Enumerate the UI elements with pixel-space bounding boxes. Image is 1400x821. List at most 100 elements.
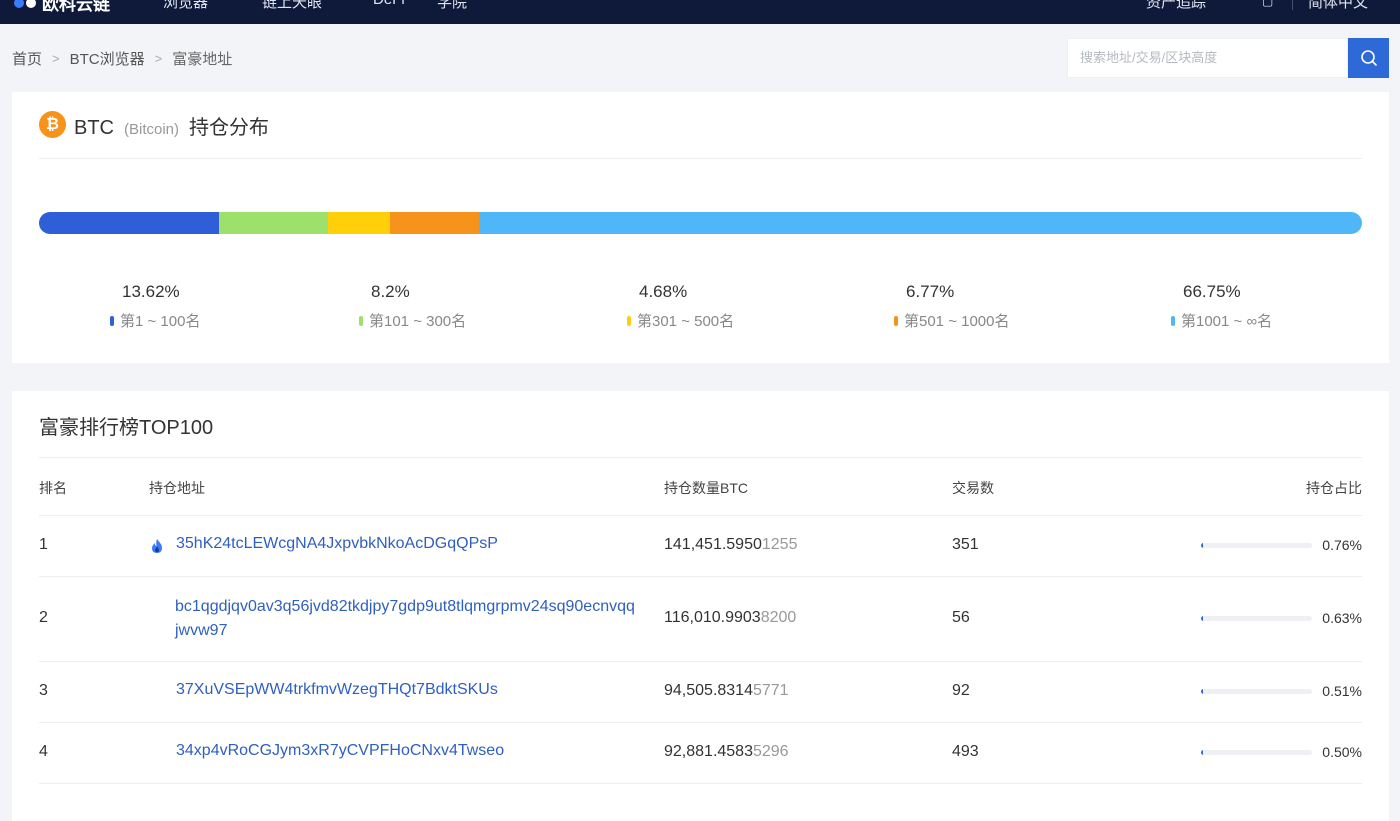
share-cell: 0.63% [1322, 610, 1362, 626]
legend-item-501-1000: 6.77% 第501 ~ 1000名 [894, 282, 1010, 331]
coin-symbol: BTC [74, 117, 114, 139]
column-header-amount: 持仓数量BTC [664, 480, 748, 496]
top-navbar: 欧科云链 浏览器 链上天眼 DeFi 学院 资产追踪 ▢ 简体中文 [0, 0, 1400, 24]
legend-percent: 13.62% [122, 282, 180, 301]
rich-list-card: 富豪排行榜TOP100 排名 持仓地址 持仓数量BTC 交易数 持仓占比 1 3… [12, 391, 1389, 821]
legend-label: 第301 ~ 500名 [637, 313, 735, 330]
table-row: 3 37XuVSEpWW4trkfmvWzegTHQt7BdktSKUs 94,… [39, 662, 1362, 722]
user-icon[interactable]: ▢ [1262, 0, 1273, 8]
legend-label: 第1 ~ 100名 [120, 313, 201, 330]
address-link[interactable]: 37XuVSEpWW4trkfmvWzegTHQt7BdktSKUs [176, 678, 498, 702]
share-cell: 0.76% [1322, 537, 1362, 553]
share-progress-bar [1201, 750, 1312, 755]
amount-cell: 116,010.99038200 [664, 609, 796, 627]
search-input[interactable]: 搜索地址/交易/区块高度 [1067, 38, 1348, 78]
rank-cell: 4 [39, 743, 48, 760]
nav-explorer[interactable]: 浏览器 [163, 0, 208, 12]
rank-cell: 2 [39, 609, 48, 626]
amount-main: 116,010.9903 [664, 609, 761, 626]
tx-count-cell: 56 [952, 609, 970, 626]
nav-onchain-eye[interactable]: 链上天眼 [262, 0, 322, 12]
column-header-address: 持仓地址 [149, 480, 205, 496]
tx-count-cell: 92 [952, 682, 970, 699]
address-link[interactable]: 35hK24tcLEWcgNA4JxpvbkNkoAcDGqQPsP [176, 532, 498, 556]
nav-academy[interactable]: 学院 [437, 0, 467, 12]
amount-cell: 92,881.45835296 [664, 743, 789, 761]
legend-label: 第1001 ~ ∞名 [1181, 313, 1273, 330]
amount-cell: 94,505.83145771 [664, 682, 789, 700]
holdings-distribution-card: ₿ BTC (Bitcoin) 持仓分布 13.62% 第1 ~ 100名 8.… [12, 92, 1389, 363]
legend-marker [110, 315, 114, 326]
amount-fraction: 5771 [752, 682, 789, 699]
breadcrumb-btc-explorer[interactable]: BTC浏览器 [70, 48, 145, 69]
share-progress-fill [1201, 616, 1203, 621]
share-progress-bar [1201, 616, 1312, 621]
legend-percent: 4.68% [639, 282, 688, 301]
legend-marker [894, 315, 898, 326]
amount-main: 94,505.8314 [664, 682, 753, 699]
address-link[interactable]: 34xp4vRoCGJym3xR7yCVPFHoCNxv4Twseo [176, 739, 504, 763]
amount-fraction: 5296 [752, 743, 789, 760]
legend-item-101-300: 8.2% 第101 ~ 300名 [359, 282, 466, 331]
nav-defi[interactable]: DeFi [373, 0, 405, 8]
tx-count-cell: 351 [952, 536, 979, 553]
rank-cell: 1 [39, 536, 48, 553]
legend-item-301-500: 4.68% 第301 ~ 500名 [627, 282, 734, 331]
share-cell: 0.50% [1322, 744, 1362, 760]
table-row: 2 bc1qgdjqv0av3q56jvd82tkdjpy7gdp9ut8tlq… [39, 577, 1362, 661]
language-select[interactable]: 简体中文 [1308, 0, 1368, 12]
bitcoin-icon: ₿ [39, 111, 66, 138]
distribution-segment-4 [389, 212, 480, 234]
breadcrumb: 首页 > BTC浏览器 > 富豪地址 [12, 48, 232, 69]
column-header-share: 持仓占比 [1306, 480, 1362, 496]
search-icon [1360, 50, 1377, 66]
amount-main: 141,451.5950 [664, 536, 762, 553]
legend-percent: 66.75% [1183, 282, 1241, 301]
logo[interactable]: 欧科云链 [14, 0, 110, 15]
amount-fraction: 8200 [760, 609, 797, 626]
table-row: 4 34xp4vRoCGJym3xR7yCVPFHoCNxv4Twseo 92,… [39, 723, 1362, 783]
search-button[interactable] [1348, 38, 1389, 78]
legend-item-1-100: 13.62% 第1 ~ 100名 [110, 282, 200, 331]
breadcrumb-separator: > [154, 51, 163, 66]
legend-label: 第501 ~ 1000名 [904, 313, 1010, 330]
coin-heading: BTC (Bitcoin) 持仓分布 [74, 111, 269, 140]
distribution-segment-2 [219, 212, 328, 234]
breadcrumb-current: 富豪地址 [172, 51, 233, 68]
amount-cell: 141,451.59501255 [664, 536, 797, 554]
share-cell: 0.51% [1322, 683, 1362, 699]
distribution-title: 持仓分布 [189, 117, 270, 139]
nav-divider [1292, 0, 1293, 10]
address-link[interactable]: bc1qgdjqv0av3q56jvd82tkdjpy7gdp9ut8tlqmg… [175, 595, 637, 643]
rich-list-title: 富豪排行榜TOP100 [39, 417, 214, 439]
coin-name: (Bitcoin) [124, 121, 180, 138]
distribution-segment-5 [479, 212, 1362, 234]
share-progress-fill [1201, 689, 1203, 694]
divider [39, 457, 1362, 458]
legend-marker [627, 315, 631, 326]
share-progress-fill [1201, 750, 1203, 755]
tx-count-cell: 493 [952, 743, 979, 760]
legend-marker [1171, 315, 1175, 326]
rank-cell: 3 [39, 682, 48, 699]
legend-marker [359, 315, 363, 326]
logo-icon [14, 0, 36, 8]
legend-percent: 6.77% [906, 282, 955, 301]
divider [39, 158, 1362, 159]
breadcrumb-separator: > [52, 51, 60, 66]
brand-name: 欧科云链 [42, 0, 110, 14]
column-header-tx-count: 交易数 [952, 480, 994, 496]
share-progress-bar [1201, 543, 1312, 548]
flame-icon [152, 539, 162, 553]
share-progress-fill [1201, 543, 1203, 548]
legend-label: 第101 ~ 300名 [369, 313, 467, 330]
distribution-segment-3 [327, 212, 390, 234]
legend-percent: 8.2% [371, 282, 410, 301]
nav-asset-tracking[interactable]: 资产追踪 [1146, 0, 1206, 12]
amount-fraction: 1255 [761, 536, 798, 553]
breadcrumb-home[interactable]: 首页 [12, 48, 42, 69]
share-progress-bar [1201, 689, 1312, 694]
distribution-segment-1 [39, 212, 220, 234]
distribution-bar [39, 212, 1362, 234]
table-row: 1 35hK24tcLEWcgNA4JxpvbkNkoAcDGqQPsP 141… [39, 516, 1362, 576]
